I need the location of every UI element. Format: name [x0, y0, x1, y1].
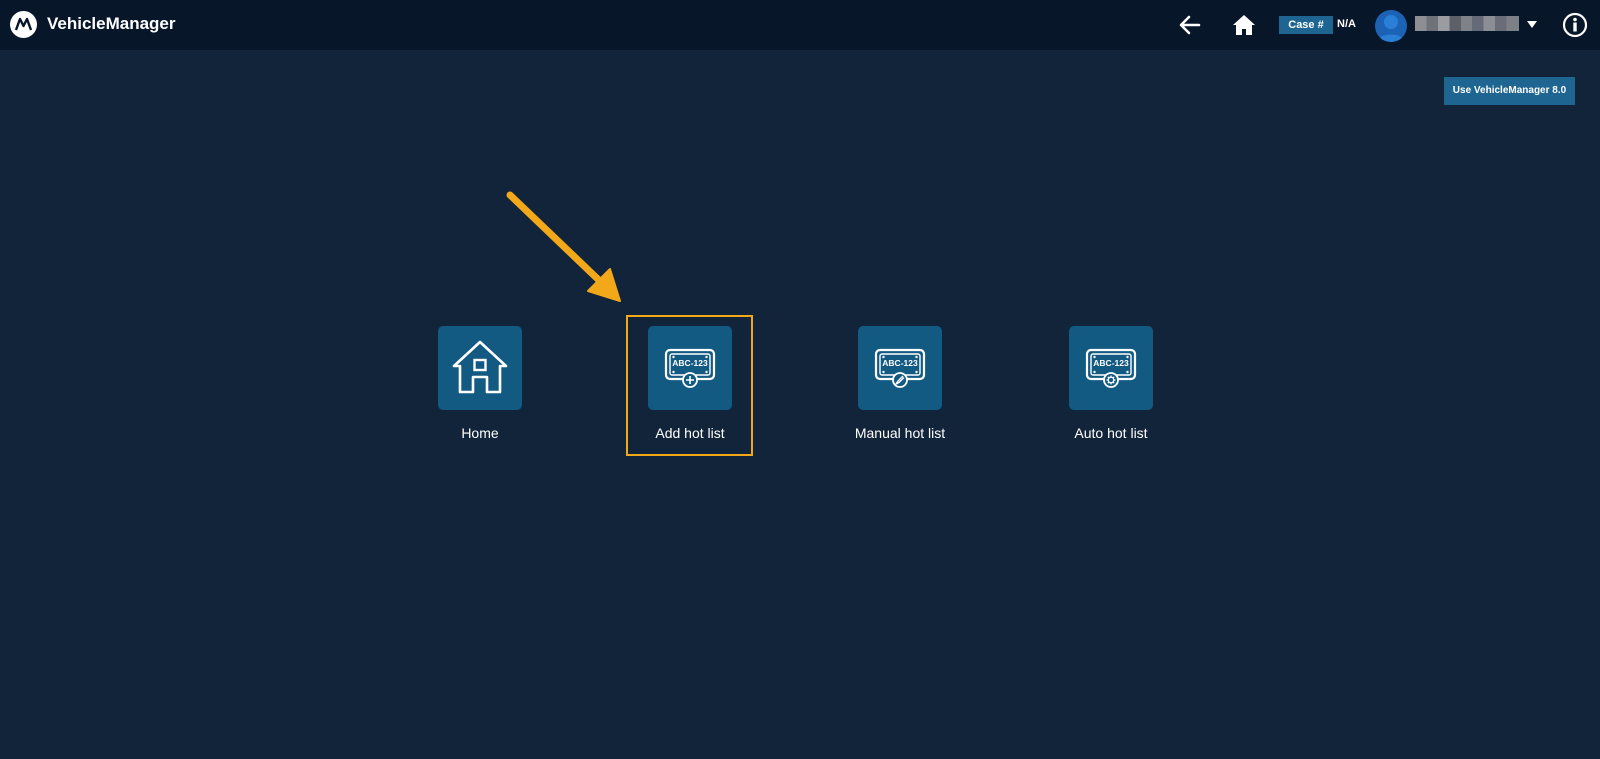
use-legacy-version-button[interactable]: Use VehicleManager 8.0: [1444, 77, 1575, 105]
user-avatar-icon[interactable]: [1375, 10, 1407, 42]
plate-text: ABC-123: [882, 358, 918, 368]
house-icon: [438, 326, 522, 410]
back-arrow-icon[interactable]: [1178, 13, 1202, 37]
highlight-box: [626, 315, 753, 456]
tile-manual-hot-list[interactable]: ABC-123 Manual hot list: [830, 326, 970, 446]
license-plate-auto-icon: ABC-123: [1069, 326, 1153, 410]
motorola-logo-icon: [10, 11, 37, 38]
license-plate-manual-icon: ABC-123: [858, 326, 942, 410]
case-value: N/A: [1337, 18, 1356, 30]
home-icon[interactable]: [1232, 13, 1256, 37]
plate-text: ABC-123: [1093, 358, 1129, 368]
app-title: VehicleManager: [47, 14, 176, 33]
top-bar: VehicleManager Case # N/A: [0, 0, 1600, 50]
tile-auto-hot-list[interactable]: ABC-123 Auto hot list: [1041, 326, 1181, 446]
pointer-arrow-icon: [500, 185, 630, 310]
tile-home[interactable]: Home: [410, 326, 550, 446]
info-icon[interactable]: [1562, 12, 1588, 38]
user-name-redacted[interactable]: [1415, 16, 1519, 31]
tile-label: Manual hot list: [854, 425, 946, 441]
case-label: Case #: [1279, 16, 1333, 34]
chevron-down-icon[interactable]: [1525, 17, 1539, 31]
tile-label: Home: [461, 425, 499, 441]
tile-label: Auto hot list: [1074, 425, 1148, 441]
